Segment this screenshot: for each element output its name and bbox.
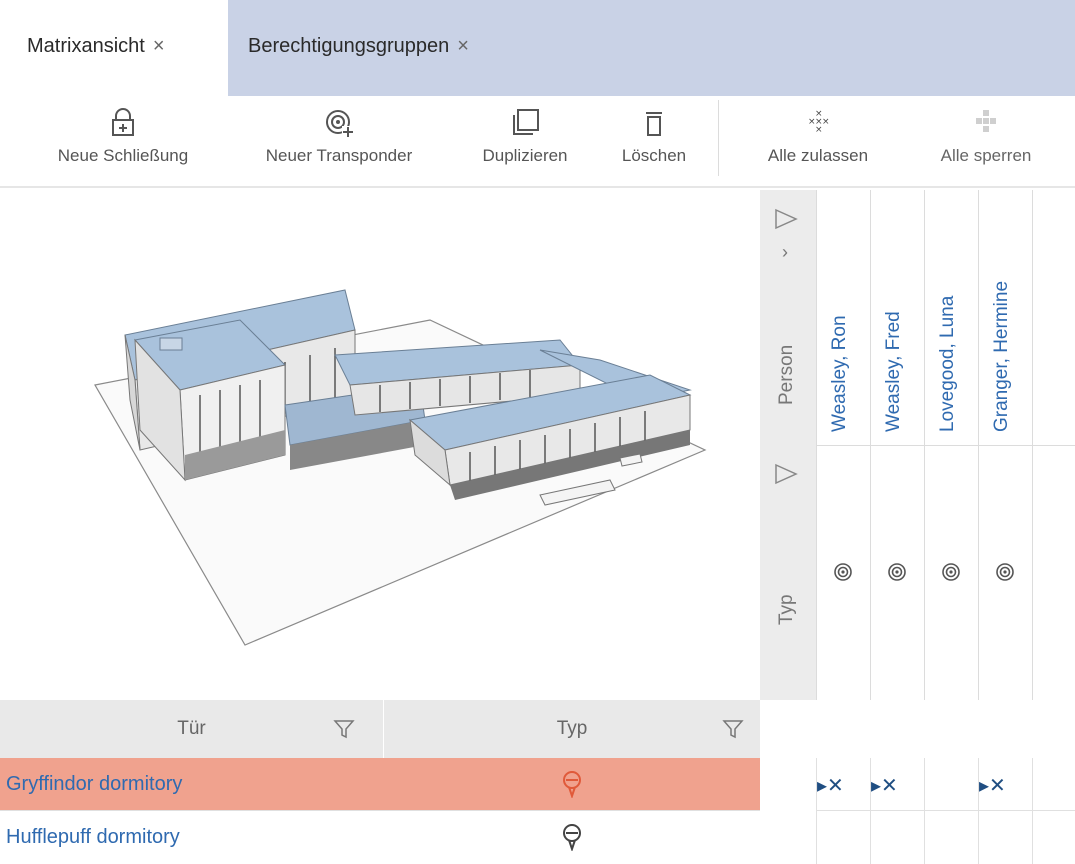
- toolbar: Neue Schließung Neuer Transponder Dupliz…: [0, 96, 1075, 188]
- person-label: Person: [776, 344, 797, 405]
- allow-all-button[interactable]: × × × × × Alle zulassen: [756, 96, 880, 188]
- tab-label: Matrixansicht: [27, 35, 145, 57]
- person-name[interactable]: Lovegood, Luna: [937, 296, 959, 432]
- tab-bar: Matrixansicht × Berechtigungsgruppen ×: [0, 0, 1075, 96]
- column-title: Typ: [556, 718, 588, 739]
- transponder-icon: [888, 563, 906, 581]
- type-label: Typ: [776, 594, 797, 625]
- person-name[interactable]: Granger, Hermine: [991, 281, 1013, 432]
- allow-all-icon: × × × × ×: [756, 96, 880, 140]
- transponder-icon: [942, 563, 960, 581]
- person-filter-panel[interactable]: › Person: [760, 190, 816, 445]
- block-all-label: Alle sperren: [940, 146, 1032, 165]
- type-cell: [384, 811, 760, 863]
- toolbar-separator: [718, 100, 719, 176]
- new-transponder-button[interactable]: Neuer Transponder: [244, 96, 434, 188]
- duplicate-label: Duplizieren: [482, 146, 568, 165]
- door-name[interactable]: Gryffindor dormitory: [0, 758, 384, 810]
- permission-cell[interactable]: ▸✕: [871, 773, 898, 798]
- new-lock-label: Neue Schließung: [57, 146, 189, 165]
- column-title: Tür: [177, 718, 206, 739]
- new-transponder-label: Neuer Transponder: [265, 146, 413, 165]
- table-row[interactable]: Gryffindor dormitory: [0, 758, 760, 810]
- tab-matrixansicht[interactable]: Matrixansicht ×: [0, 0, 228, 96]
- trash-icon: [606, 96, 702, 140]
- svg-text:×: ×: [822, 117, 830, 127]
- tab-label: Berechtigungsgruppen: [248, 35, 450, 57]
- lock-add-icon: [48, 96, 198, 140]
- divider: [816, 445, 1075, 446]
- permission-cell[interactable]: ▸✕: [979, 773, 1006, 798]
- cylinder-lock-icon: [563, 824, 581, 851]
- filter-icon[interactable]: [333, 718, 355, 740]
- person-name[interactable]: Weasley, Fred: [883, 311, 905, 432]
- tab-berechtigungsgruppen[interactable]: Berechtigungsgruppen ×: [228, 0, 469, 96]
- close-icon[interactable]: ×: [457, 35, 469, 58]
- permission-matrix: ▸✕ ▸✕ ▸✕: [760, 700, 1075, 864]
- transponder-icon: [996, 563, 1014, 581]
- matrix-column-header: › Person Typ Weasley, Ron Weasley, Fred …: [760, 190, 1075, 700]
- duplicate-button[interactable]: Duplizieren: [466, 96, 584, 188]
- new-lock-button[interactable]: Neue Schließung: [48, 96, 198, 188]
- allow-all-label: Alle zulassen: [767, 146, 869, 165]
- close-icon[interactable]: ×: [153, 35, 165, 58]
- filter-icon[interactable]: [722, 718, 744, 740]
- permission-cell[interactable]: ▸✕: [817, 773, 844, 798]
- chevron-right-icon[interactable]: ›: [782, 242, 788, 263]
- grid-line: [924, 758, 925, 864]
- cylinder-lock-icon: [563, 771, 581, 798]
- table-header: Tür Typ: [0, 700, 760, 758]
- column-header-type[interactable]: Typ: [384, 700, 760, 758]
- svg-text:×: ×: [815, 125, 823, 135]
- building-illustration: [0, 190, 760, 700]
- filter-icon[interactable]: [774, 463, 798, 485]
- filter-icon[interactable]: [774, 208, 798, 230]
- transponder-add-icon: [244, 96, 434, 140]
- grid-line: [1032, 758, 1033, 864]
- column-header-door[interactable]: Tür: [0, 700, 384, 758]
- type-filter-panel[interactable]: Typ: [760, 445, 816, 700]
- person-name[interactable]: Weasley, Ron: [829, 315, 851, 432]
- block-all-button[interactable]: Alle sperren: [916, 96, 1056, 188]
- grid-line: [816, 810, 1075, 811]
- table-row[interactable]: Hufflepuff dormitory: [0, 811, 760, 863]
- door-name[interactable]: Hufflepuff dormitory: [0, 811, 384, 863]
- block-all-icon: [916, 96, 1056, 140]
- duplicate-icon: [466, 96, 584, 140]
- delete-label: Löschen: [621, 146, 687, 165]
- transponder-icon: [834, 563, 852, 581]
- delete-button[interactable]: Löschen: [606, 96, 702, 188]
- type-cell: [384, 758, 760, 810]
